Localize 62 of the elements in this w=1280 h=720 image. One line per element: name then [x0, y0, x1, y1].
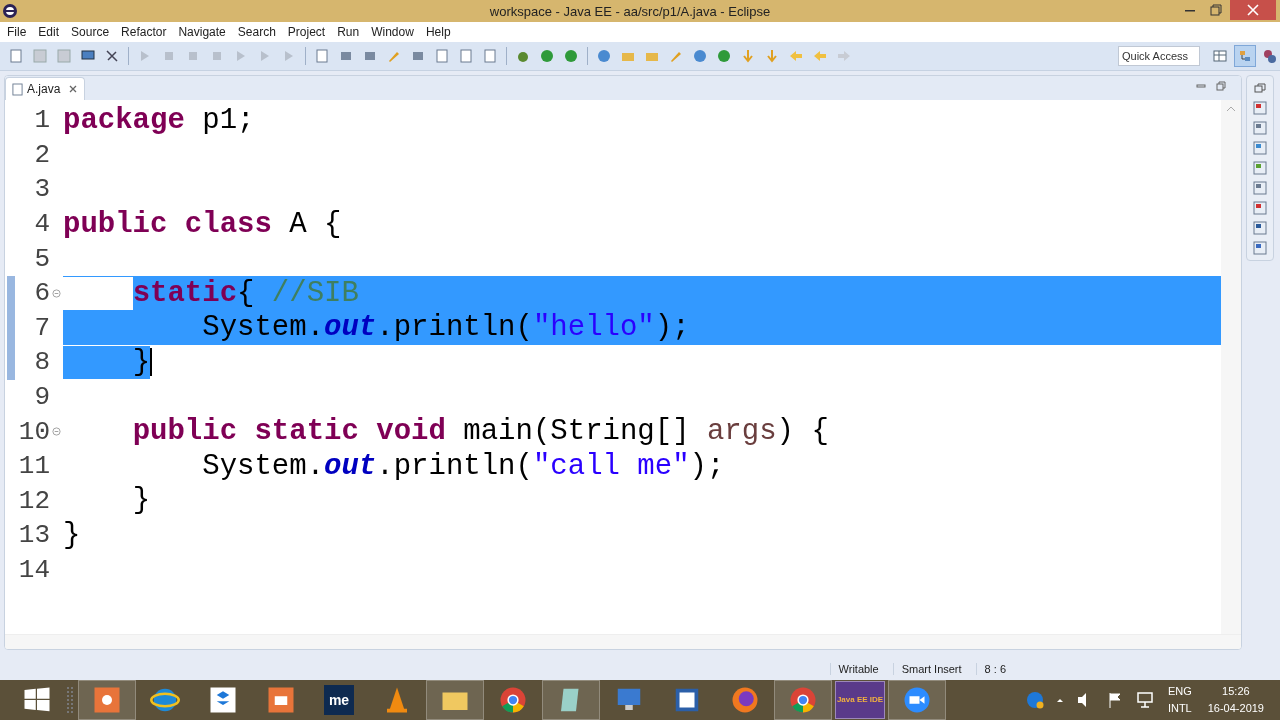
line-number: 1 — [33, 105, 50, 136]
java-file-icon — [12, 82, 23, 96]
code-line: static{ //SIB — [63, 276, 359, 310]
clock-date[interactable]: 16-04-2019 — [1207, 700, 1264, 717]
line-number: 6 — [33, 278, 50, 309]
line-number: 5 — [33, 243, 50, 274]
menu-item[interactable]: Window — [365, 24, 420, 40]
line-number: 11 — [17, 451, 50, 482]
code-line: } — [63, 518, 81, 552]
app-icon[interactable]: Java EE IDE — [835, 681, 885, 719]
clock-time[interactable]: 15:26 — [1222, 683, 1250, 700]
menu-item[interactable]: Refactor — [115, 24, 173, 40]
menu-item[interactable]: Search — [231, 24, 282, 40]
chrome-icon[interactable] — [774, 680, 832, 720]
maximize-icon[interactable] — [1215, 80, 1227, 92]
code-line: System.out.println("hello"); — [201, 311, 690, 345]
code-line: public class A { — [63, 207, 342, 241]
menu-item[interactable]: Help — [419, 24, 457, 40]
menu-item[interactable]: File — [1, 24, 33, 40]
screen-recorder-icon[interactable] — [78, 680, 136, 720]
code-line: } — [131, 484, 151, 518]
perspective-icon[interactable] — [1234, 45, 1256, 67]
video-camera-icon[interactable] — [888, 680, 946, 720]
editor-tab[interactable]: A.java — [5, 77, 86, 100]
notepad-icon[interactable] — [542, 680, 600, 720]
code-line: package p1; — [63, 103, 255, 137]
line-number: 2 — [33, 139, 50, 170]
menu-item[interactable]: Navigate — [172, 24, 232, 40]
line-number: 3 — [33, 174, 50, 205]
restore-icon[interactable] — [1252, 80, 1268, 96]
fold-icon[interactable] — [52, 427, 61, 437]
menu-item[interactable]: Project — [281, 24, 332, 40]
quick-access-field[interactable]: Quick Access — [1118, 46, 1200, 66]
menu-item[interactable]: Edit — [32, 24, 66, 40]
network-icon[interactable] — [1134, 690, 1155, 710]
horizontal-scrollbar[interactable] — [5, 634, 1241, 649]
eclipse-logo-icon — [2, 3, 18, 19]
menu-item[interactable]: Source — [65, 24, 116, 40]
language-indicator[interactable]: ENG — [1167, 683, 1192, 700]
menu-item[interactable]: Run — [331, 24, 366, 40]
status-field: Smart Insert — [892, 663, 976, 675]
line-number: 13 — [17, 520, 50, 551]
window-title: workspace - Java EE - aa/src/p1/A.java - Eclipse — [488, 3, 772, 19]
scroll-up-icon[interactable] — [1226, 106, 1236, 112]
panel-icon[interactable] — [1252, 100, 1268, 116]
layout-indicator[interactable]: INTL — [1167, 700, 1192, 717]
fold-icon[interactable] — [52, 288, 61, 298]
line-number: 14 — [17, 555, 50, 585]
folder-icon[interactable] — [426, 680, 484, 720]
line-number: 7 — [33, 312, 50, 343]
status-field: 8 : 6 — [975, 663, 1020, 675]
line-number: 10 — [17, 416, 50, 447]
code-line: System.out.println("call me"); — [201, 449, 725, 483]
app-icon[interactable]: me — [324, 685, 354, 715]
code-line: public static void main(String[] args) { — [131, 415, 829, 449]
status-field: Writable — [829, 663, 893, 675]
close-button[interactable] — [1230, 0, 1276, 20]
line-number: 4 — [33, 209, 50, 240]
line-number: 12 — [17, 485, 50, 516]
close-icon[interactable] — [68, 84, 79, 94]
line-number: 8 — [33, 347, 50, 378]
line-number: 9 — [33, 382, 50, 413]
